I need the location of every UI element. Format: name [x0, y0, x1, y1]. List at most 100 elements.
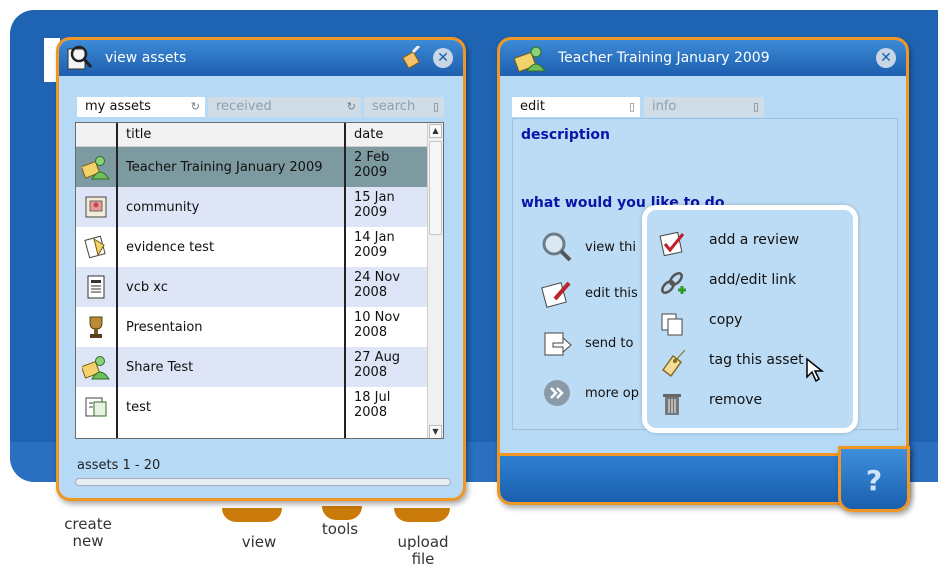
- send-to-action[interactable]: send to: [541, 327, 633, 359]
- document-icon: [82, 273, 110, 301]
- view-this-action[interactable]: view thi: [541, 231, 636, 263]
- view-assets-panel: view assets ✕ my assets ↻ received ↻ sea…: [56, 37, 466, 501]
- menu-label-tag-asset: tag this asset: [709, 352, 804, 368]
- tab-edit[interactable]: edit ▯: [512, 97, 640, 117]
- row-date: 14 Jan 2009: [354, 230, 395, 260]
- tools-button[interactable]: tools: [314, 521, 366, 538]
- row-date: 27 Aug 2008: [354, 350, 401, 380]
- view-magnifier-icon: [542, 232, 572, 262]
- tag-icon: [661, 349, 686, 378]
- table-row[interactable]: community 15 Jan 2009: [76, 187, 428, 227]
- table-row[interactable]: test 18 Jul 2008: [76, 387, 428, 427]
- trophy-icon: [82, 313, 110, 341]
- tab-edge-icon: ▯: [628, 100, 635, 113]
- picture-icon: [82, 193, 110, 221]
- edit-this-action[interactable]: edit this: [541, 277, 638, 309]
- description-heading: description: [521, 127, 610, 143]
- brush-icon[interactable]: [401, 46, 423, 70]
- detail-tabs: edit ▯ info ▯: [512, 97, 764, 117]
- row-title: Teacher Training January 2009: [126, 159, 323, 175]
- footer-bar: [75, 478, 451, 486]
- column-date[interactable]: date: [354, 127, 383, 142]
- row-date: 2 Feb 2009: [354, 150, 390, 180]
- tab-info-label: info: [652, 99, 677, 114]
- edit-pencil-icon: [541, 281, 571, 308]
- dock-create-tab: [222, 508, 282, 522]
- column-divider: [116, 123, 118, 438]
- copy-icon: [661, 313, 683, 336]
- edit-this-label: edit this: [585, 285, 638, 301]
- send-to-label: send to: [585, 335, 634, 351]
- dock-tools-tab: [322, 506, 362, 520]
- scroll-down-icon[interactable]: ▼: [429, 425, 442, 438]
- tab-search-label: search: [372, 99, 416, 114]
- view-assets-title: view assets: [105, 50, 187, 66]
- more-options-action[interactable]: more op: [541, 377, 639, 409]
- send-arrow-icon: [544, 332, 572, 356]
- help-label: ?: [865, 464, 883, 497]
- assets-table: title date Teacher Training January 2009…: [75, 122, 444, 439]
- app-stage: create new view tools upload file view a…: [0, 0, 938, 567]
- scroll-up-icon[interactable]: ▲: [429, 124, 442, 138]
- table-row[interactable]: evidence test 14 Jan 2009: [76, 227, 428, 267]
- tab-my-assets[interactable]: my assets ↻: [77, 97, 205, 117]
- tab-search[interactable]: search ▯: [364, 97, 444, 117]
- row-title: evidence test: [126, 239, 215, 255]
- scroll-thumb[interactable]: [429, 141, 442, 235]
- asset-detail-title: Teacher Training January 2009: [558, 50, 770, 66]
- review-check-icon: [659, 231, 685, 257]
- row-title: Share Test: [126, 359, 194, 375]
- people-icon: [514, 46, 546, 73]
- row-title: vcb xc: [126, 279, 168, 295]
- tab-edit-label: edit: [520, 99, 545, 114]
- people-icon: [80, 153, 110, 181]
- column-title[interactable]: title: [126, 127, 151, 142]
- column-divider: [344, 123, 346, 438]
- table-scrollbar[interactable]: ▲ ▼: [427, 123, 443, 438]
- tools-label: tools: [321, 520, 359, 538]
- view-this-label: view thi: [585, 239, 637, 255]
- create-new-label: create new: [64, 515, 112, 550]
- tab-received-label: received: [216, 99, 272, 114]
- tab-edge-icon: ▯: [752, 100, 759, 113]
- evidence-icon: [82, 233, 110, 261]
- tab-my-assets-label: my assets: [85, 99, 151, 114]
- menu-label-add-review: add a review: [709, 232, 800, 248]
- tab-edge-icon: ▯: [432, 100, 439, 113]
- asset-detail-header[interactable]: Teacher Training January 2009 ✕: [500, 40, 906, 76]
- people-icon: [80, 353, 110, 381]
- tab-received[interactable]: received ↻: [208, 97, 361, 117]
- row-title: Presentaion: [126, 319, 203, 335]
- view-button[interactable]: view: [236, 534, 282, 551]
- refresh-icon: ↻: [346, 100, 356, 113]
- trash-icon: [663, 394, 681, 415]
- more-chevrons-icon: [544, 380, 570, 406]
- mouse-pointer-icon: [806, 357, 825, 383]
- asset-action-menu: add a review add/edit link copy tag this…: [642, 205, 858, 433]
- tab-info[interactable]: info ▯: [644, 97, 764, 117]
- table-row[interactable]: Share Test 27 Aug 2008: [76, 347, 428, 387]
- view-assets-header[interactable]: view assets ✕: [59, 40, 463, 76]
- assets-count: assets 1 - 20: [77, 458, 161, 473]
- menu-label-copy: copy: [709, 312, 743, 328]
- detail-footer: [500, 453, 840, 502]
- dock-upload-tab: [394, 508, 450, 522]
- link-add-icon: [661, 272, 686, 294]
- view-label: view: [241, 533, 277, 551]
- row-date: 15 Jan 2009: [354, 190, 395, 220]
- row-title: community: [126, 199, 200, 215]
- row-title: test: [126, 399, 151, 415]
- help-button[interactable]: ?: [838, 446, 910, 512]
- close-icon[interactable]: ✕: [876, 48, 896, 68]
- table-header: title date: [76, 123, 428, 147]
- table-row[interactable]: Presentaion 10 Nov 2008: [76, 307, 428, 347]
- refresh-icon: ↻: [190, 100, 200, 113]
- table-row[interactable]: Teacher Training January 2009 2 Feb 2009: [76, 147, 428, 187]
- assets-tabs: my assets ↻ received ↻ search ▯: [77, 97, 444, 117]
- table-row[interactable]: vcb xc 24 Nov 2008: [76, 267, 428, 307]
- menu-label-edit-link: add/edit link: [709, 272, 797, 288]
- create-new-button[interactable]: create new: [58, 516, 118, 550]
- menu-label-remove: remove: [709, 392, 763, 408]
- close-icon[interactable]: ✕: [433, 48, 453, 68]
- upload-file-button[interactable]: upload file: [390, 534, 456, 567]
